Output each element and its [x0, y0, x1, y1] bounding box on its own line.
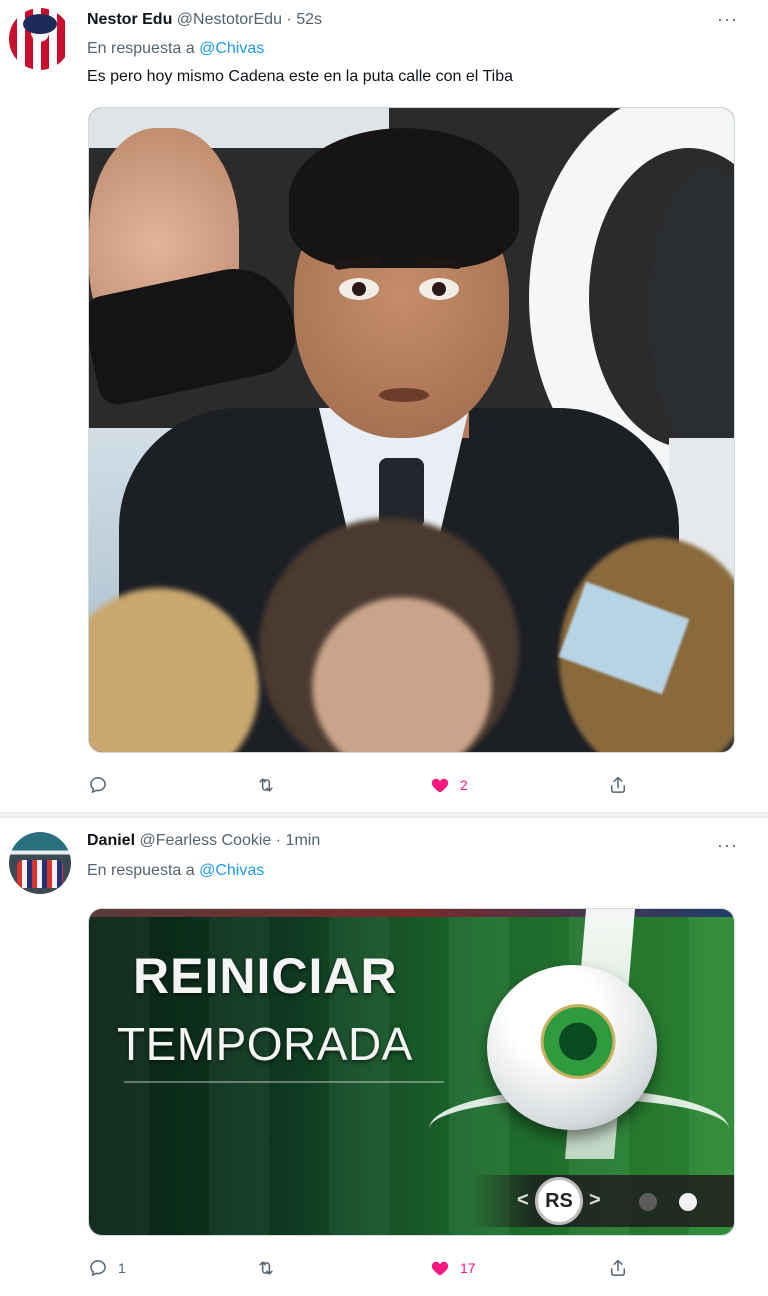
like-count: 17 — [460, 1260, 476, 1276]
tweet-header: Daniel @Fearless Cookie · 1min — [87, 832, 320, 850]
timestamp[interactable]: 1min — [286, 832, 321, 849]
share-button[interactable] — [608, 1256, 638, 1280]
like-button[interactable]: 2 — [430, 773, 468, 797]
chevron-left-icon: < — [517, 1189, 529, 1211]
photo-hair — [289, 128, 519, 268]
reply-button[interactable] — [88, 773, 118, 797]
more-icon[interactable]: ··· — [717, 10, 738, 28]
separator-dot: · — [275, 832, 282, 849]
reply-icon — [88, 1258, 108, 1278]
tweet-actions: 2 — [88, 773, 648, 797]
reply-prefix: En respuesta a — [87, 862, 195, 879]
reply-icon — [88, 775, 108, 795]
like-count: 2 — [460, 777, 468, 793]
retweet-button[interactable] — [256, 773, 286, 797]
share-icon — [608, 1258, 628, 1278]
reply-context: En respuesta a @Chivas — [87, 862, 264, 880]
retweet-button[interactable] — [256, 1256, 286, 1280]
tweet-actions: 1 17 — [88, 1256, 648, 1280]
reply-mention-link[interactable]: @Chivas — [199, 40, 264, 57]
reply-mention-link[interactable]: @Chivas — [199, 862, 264, 879]
image-rs-badge: RS — [535, 1177, 583, 1225]
heart-icon — [430, 1258, 450, 1278]
tweet[interactable]: Daniel @Fearless Cookie · 1min ··· En re… — [0, 818, 768, 1296]
image-top-bar — [89, 909, 734, 917]
reply-count: 1 — [118, 1260, 126, 1276]
author-handle[interactable]: @NestotorEdu — [177, 11, 282, 28]
image-title-line1: REINICIAR — [133, 948, 398, 1004]
chevron-right-icon: > — [589, 1189, 601, 1211]
share-button[interactable] — [608, 773, 638, 797]
image-title-line2: TEMPORADA — [117, 1018, 413, 1070]
image-ball-logo — [533, 999, 623, 1084]
tweet-text: Es pero hoy mismo Cadena este en la puta… — [87, 68, 514, 85]
tweet-header: Nestor Edu @NestotorEdu · 52s — [87, 11, 322, 29]
reply-prefix: En respuesta a — [87, 40, 195, 57]
share-icon — [608, 775, 628, 795]
retweet-icon — [256, 1258, 276, 1278]
photo-eye — [419, 278, 459, 300]
image-nav-dot — [639, 1193, 657, 1211]
like-button[interactable]: 17 — [430, 1256, 476, 1280]
avatar[interactable] — [9, 8, 71, 70]
image-divider — [124, 1081, 444, 1083]
author-handle[interactable]: @Fearless Cookie — [139, 832, 271, 849]
author-name[interactable]: Daniel — [87, 832, 135, 849]
tweet[interactable]: Nestor Edu @NestotorEdu · 52s ··· En res… — [0, 0, 768, 812]
separator-dot: · — [286, 11, 292, 28]
tweet-photo[interactable] — [88, 107, 735, 753]
image-nav-dot-active — [679, 1193, 697, 1211]
heart-icon — [430, 775, 450, 795]
photo-eye — [339, 278, 379, 300]
reply-button[interactable]: 1 — [88, 1256, 126, 1280]
timestamp[interactable]: 52s — [296, 11, 322, 28]
retweet-icon — [256, 775, 276, 795]
reply-context: En respuesta a @Chivas — [87, 40, 264, 58]
tweet-image[interactable]: REINICIAR TEMPORADA < RS > — [88, 908, 735, 1236]
photo-mouth — [379, 388, 429, 402]
avatar[interactable] — [9, 832, 71, 894]
author-name[interactable]: Nestor Edu — [87, 11, 172, 28]
more-icon[interactable]: ··· — [717, 836, 738, 854]
